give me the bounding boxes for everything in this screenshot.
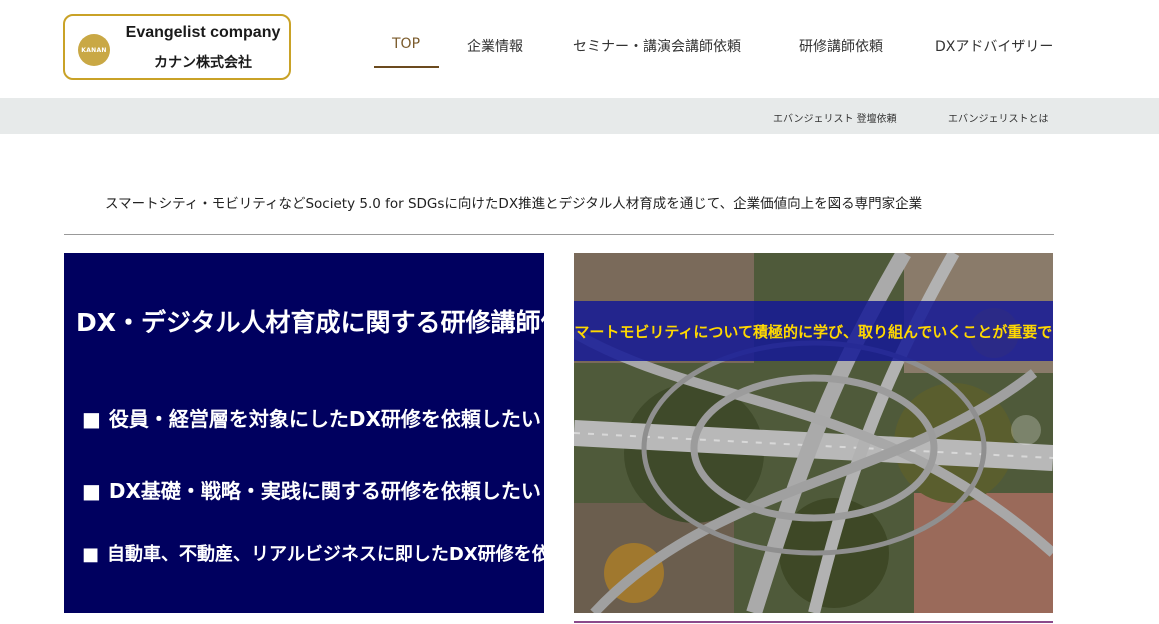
- panel-bottom-accent: [574, 621, 1053, 623]
- smart-mobility-image[interactable]: スマートモビリティについて積極的に学び、取り組んでいくことが重要です: [574, 253, 1053, 613]
- training-item-dx-basics: ■ DX基礎・戦略・実践に関する研修を依頼したい: [82, 479, 541, 503]
- nav-item-dx-advisory[interactable]: DXアドバイザリー: [935, 36, 1053, 56]
- training-panel-title: DX・デジタル人材育成に関する研修講師依頼: [76, 308, 591, 337]
- smart-mobility-banner: スマートモビリティについて積極的に学び、取り組んでいくことが重要です: [574, 301, 1053, 361]
- nav-item-training[interactable]: 研修講師依頼: [799, 36, 883, 56]
- section-divider: [64, 234, 1054, 235]
- square-bullet-icon: ■: [82, 479, 101, 503]
- square-bullet-icon: ■: [82, 407, 101, 431]
- training-request-panel[interactable]: DX・デジタル人材育成に関する研修講師依頼 ■ 役員・経営層を対象にしたDX研修を…: [64, 253, 622, 613]
- training-item-executive: ■ 役員・経営層を対象にしたDX研修を依頼したい: [82, 407, 541, 431]
- nav-item-seminar[interactable]: セミナー・講演会講師依頼: [573, 36, 741, 56]
- subnav-evangelist-request[interactable]: エバンジェリスト 登壇依頼: [773, 110, 897, 125]
- subnav-what-is-evangelist[interactable]: エバンジェリストとは: [948, 110, 1049, 125]
- carousel-next-icon[interactable]: [1011, 415, 1041, 445]
- training-item-industry: ■ 自動車、不動産、リアルビジネスに即したDX研修を依頼したい: [82, 544, 622, 565]
- logo-badge-icon: KANAN: [78, 34, 110, 66]
- nav-item-company-info[interactable]: 企業情報: [467, 36, 523, 56]
- square-bullet-icon: ■: [82, 544, 100, 565]
- company-logo[interactable]: KANAN Evangelist company カナン株式会社: [63, 14, 291, 80]
- nav-item-top[interactable]: TOP: [392, 36, 420, 52]
- logo-name-jp: カナン株式会社: [154, 55, 252, 71]
- company-tagline: スマートシティ・モビリティなどSociety 5.0 for SDGsに向けたD…: [105, 196, 923, 212]
- nav-active-indicator: [374, 66, 439, 68]
- logo-name-en: Evangelist company: [125, 24, 281, 41]
